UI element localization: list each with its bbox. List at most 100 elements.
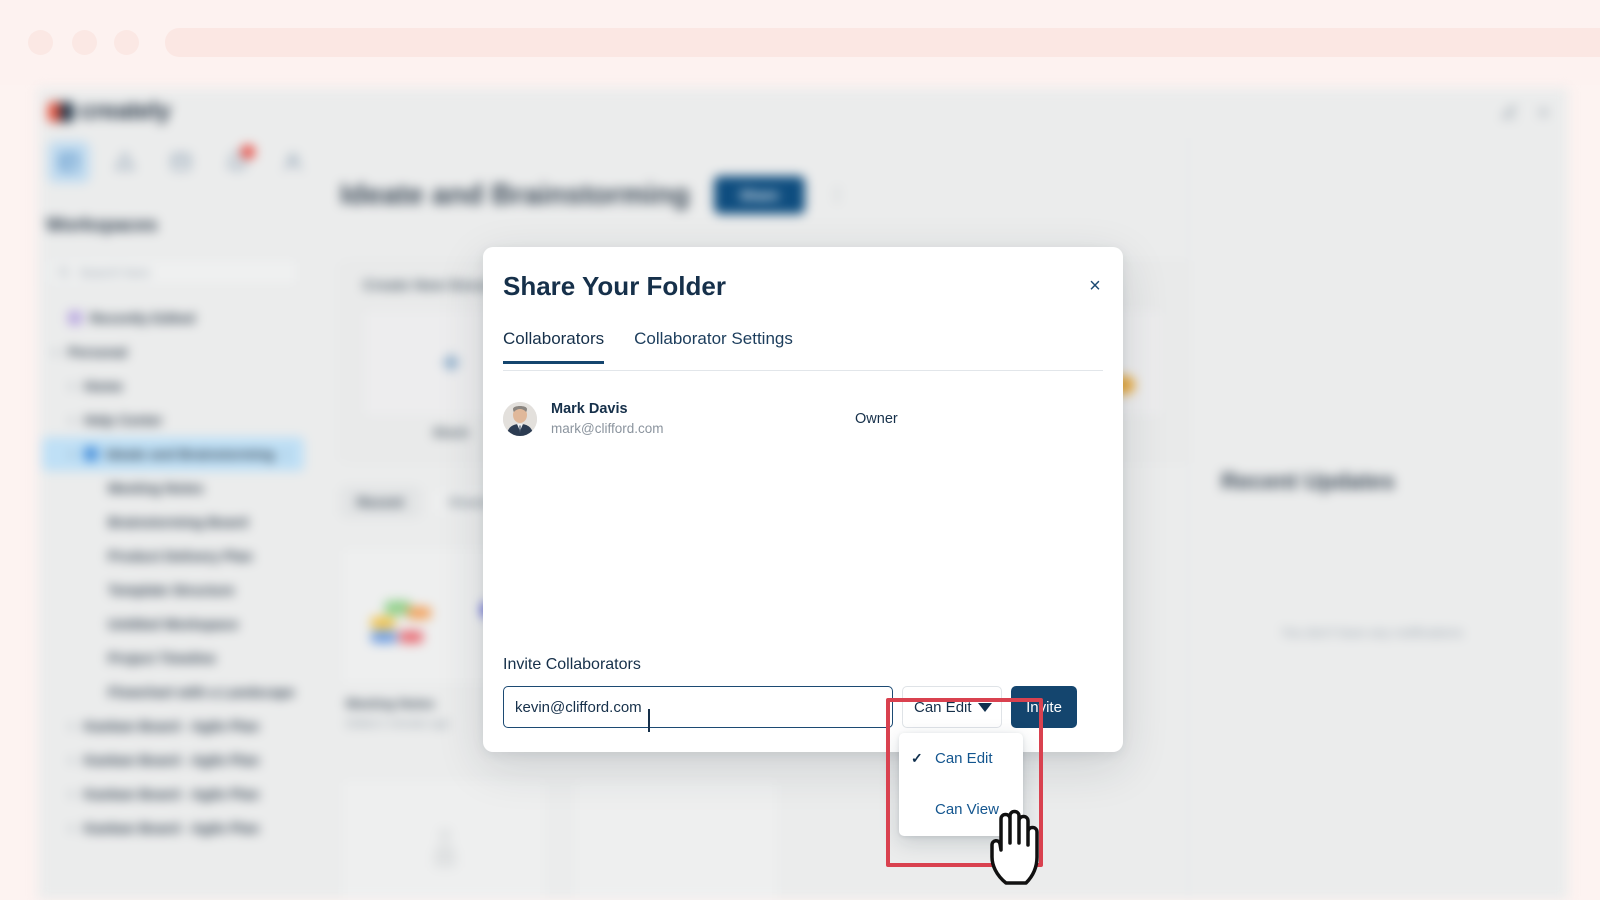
sidebar-item-project-timeline[interactable]: Project Timeline bbox=[42, 641, 304, 675]
sidebar-item-label: Meeting Notes bbox=[108, 480, 204, 496]
people-thumbnail bbox=[434, 828, 456, 868]
window-maximize-button[interactable] bbox=[114, 30, 139, 55]
sidebar: Workspaces Search here Recently Edited Pe… bbox=[38, 193, 308, 900]
sidebar-item-ideate-and-brainstorming[interactable]: Ideate and Brainstorming ⋮ bbox=[42, 437, 304, 471]
tool-templates[interactable] bbox=[160, 141, 202, 183]
tool-workspaces[interactable] bbox=[48, 141, 90, 183]
sidebar-tree: Recently Edited Personal Home Help Center Id… bbox=[38, 301, 308, 845]
recent-tab-recent[interactable]: Recent bbox=[340, 486, 421, 518]
collaborator-row: Mark Davis mark@clifford.com Owner bbox=[503, 395, 1103, 443]
plus-icon: + bbox=[441, 344, 461, 382]
brand-name: creately bbox=[80, 97, 171, 125]
tool-notifications[interactable] bbox=[216, 141, 258, 183]
text-cursor bbox=[648, 709, 650, 732]
more-options-icon[interactable]: ⋮ bbox=[280, 446, 294, 463]
sidebar-item-recently-edited[interactable]: Recently Edited bbox=[42, 301, 304, 335]
sidebar-item-label: Untitled Workspace bbox=[108, 616, 239, 632]
modal-title: Share Your Folder bbox=[503, 271, 726, 301]
sidebar-title: Workspaces bbox=[46, 215, 158, 236]
chevron-right-icon bbox=[69, 790, 74, 798]
purple-square-icon bbox=[68, 311, 82, 325]
sidebar-item-label: Kanban Board - Agile Plan bbox=[84, 820, 260, 836]
recent-updates-title: Recent Updates bbox=[1221, 468, 1395, 494]
sidebar-item-kanban-board-agile-plan[interactable]: Kanban Board - Agile Plan bbox=[42, 743, 304, 777]
sidebar-item-kanban-board-agile-plan[interactable]: Kanban Board - Agile Plan bbox=[42, 811, 304, 845]
tab-collaborators[interactable]: Collaborators bbox=[503, 329, 605, 364]
sidebar-item-label: Kanban Board - Agile Plan bbox=[84, 786, 260, 802]
collaborator-role: Owner bbox=[855, 411, 898, 427]
edit-icon[interactable] bbox=[1501, 104, 1518, 121]
search-icon bbox=[58, 266, 70, 278]
sidebar-item-label: Product Delivery Plan bbox=[108, 548, 253, 564]
share-button[interactable]: Share bbox=[713, 176, 805, 214]
chevron-right-icon bbox=[69, 756, 74, 764]
page-title: Ideate and Brainstorming bbox=[340, 178, 690, 211]
sidebar-search-input[interactable]: Search here bbox=[46, 257, 299, 287]
close-icon[interactable]: × bbox=[1085, 276, 1105, 296]
sidebar-item-brainstorming-board[interactable]: Brainstorming Board bbox=[42, 505, 304, 539]
address-bar[interactable] bbox=[165, 28, 1600, 57]
sidebar-search-placeholder: Search here bbox=[79, 264, 150, 280]
browser-chrome bbox=[0, 0, 1600, 85]
app-topbar: creately bbox=[38, 88, 1568, 138]
document-card-label: Meeting Notes bbox=[346, 696, 435, 711]
workspaces-icon bbox=[59, 152, 79, 172]
document-header: Ideate and Brainstorming Share ⋮ bbox=[340, 176, 846, 214]
collaborator-email: mark@clifford.com bbox=[551, 420, 664, 436]
brand-logo[interactable]: creately bbox=[48, 97, 171, 126]
collaborator-name: Mark Davis bbox=[551, 401, 628, 418]
templates-icon bbox=[171, 153, 191, 171]
chevron-right-icon bbox=[69, 722, 74, 730]
sidebar-item-label: Personal bbox=[68, 344, 128, 360]
more-options-icon[interactable]: ⋮ bbox=[829, 185, 846, 205]
sidebar-item-flowchart-with-a-landscape[interactable]: Flowchart with a Landscape bbox=[42, 675, 304, 709]
chevron-right-icon bbox=[69, 416, 74, 424]
empty-notifications-message: You don't have any notifications bbox=[1281, 625, 1463, 640]
creately-logo-icon bbox=[48, 101, 74, 122]
avatar bbox=[503, 402, 537, 436]
sidebar-item-label: Recently Edited bbox=[90, 310, 196, 326]
sidebar-item-label: Kanban Board - Agile Plan bbox=[84, 752, 260, 768]
chevron-right-icon bbox=[53, 348, 58, 356]
sidebar-item-label: Ideate and Brainstorming bbox=[106, 446, 275, 462]
chevron-right-icon bbox=[69, 450, 74, 458]
sidebar-item-kanban-board-agile-plan[interactable]: Kanban Board - Agile Plan bbox=[42, 777, 304, 811]
document-card-timestamp: Edited 2 minutes ago bbox=[346, 718, 450, 730]
chevron-right-icon bbox=[69, 824, 74, 832]
sidebar-item-product-delivery-plan[interactable]: Product Delivery Plan bbox=[42, 539, 304, 573]
sidebar-item-help-center[interactable]: Help Center bbox=[42, 403, 304, 437]
tool-shapes[interactable] bbox=[104, 141, 146, 183]
document-card[interactable] bbox=[572, 778, 780, 900]
blue-square-icon bbox=[84, 447, 98, 461]
notification-badge bbox=[241, 145, 255, 159]
window-close-button[interactable] bbox=[28, 30, 53, 55]
window-minimize-button[interactable] bbox=[72, 30, 97, 55]
invite-email-input[interactable] bbox=[503, 686, 893, 728]
sidebar-item-label: Brainstorming Board bbox=[108, 514, 249, 530]
sidebar-item-kanban-board-agile-plan[interactable]: Kanban Board - Agile Plan bbox=[42, 709, 304, 743]
sidebar-item-home[interactable]: Home bbox=[42, 369, 304, 403]
chevron-right-icon bbox=[69, 382, 74, 390]
sidebar-item-template-structure[interactable]: Template Structure bbox=[42, 573, 304, 607]
collaborator-list: Mark Davis mark@clifford.com Owner bbox=[503, 395, 1103, 443]
sidebar-item-label: Help Center bbox=[84, 412, 163, 428]
sidebar-item-label: Kanban Board - Agile Plan bbox=[84, 718, 260, 734]
sidebar-item-label: Flowchart with a Landscape bbox=[108, 684, 295, 700]
toolbar bbox=[48, 141, 342, 183]
modal-tabs: Collaborators Collaborator Settings bbox=[503, 329, 1103, 371]
tab-collaborator-settings[interactable]: Collaborator Settings bbox=[634, 329, 793, 361]
sidebar-item-untitled-workspace[interactable]: Untitled Workspace bbox=[42, 607, 304, 641]
document-card[interactable] bbox=[340, 778, 548, 900]
sidebar-item-label: Template Structure bbox=[108, 582, 235, 598]
right-rail: Recent Updates You don't have any notifi… bbox=[1188, 138, 1568, 900]
profile-icon bbox=[284, 153, 302, 171]
sidebar-item-meeting-notes[interactable]: Meeting Notes bbox=[42, 471, 304, 505]
invite-label: Invite Collaborators bbox=[503, 656, 641, 673]
shapes-icon bbox=[115, 151, 135, 170]
close-icon[interactable] bbox=[1535, 104, 1552, 121]
pointer-hand-cursor bbox=[990, 809, 1039, 885]
sidebar-item-label: Home bbox=[84, 378, 123, 394]
sidebar-item-personal[interactable]: Personal bbox=[42, 335, 304, 369]
sidebar-item-label: Project Timeline bbox=[108, 650, 216, 666]
share-folder-modal: Share Your Folder × Collaborators Collabo… bbox=[483, 247, 1123, 752]
